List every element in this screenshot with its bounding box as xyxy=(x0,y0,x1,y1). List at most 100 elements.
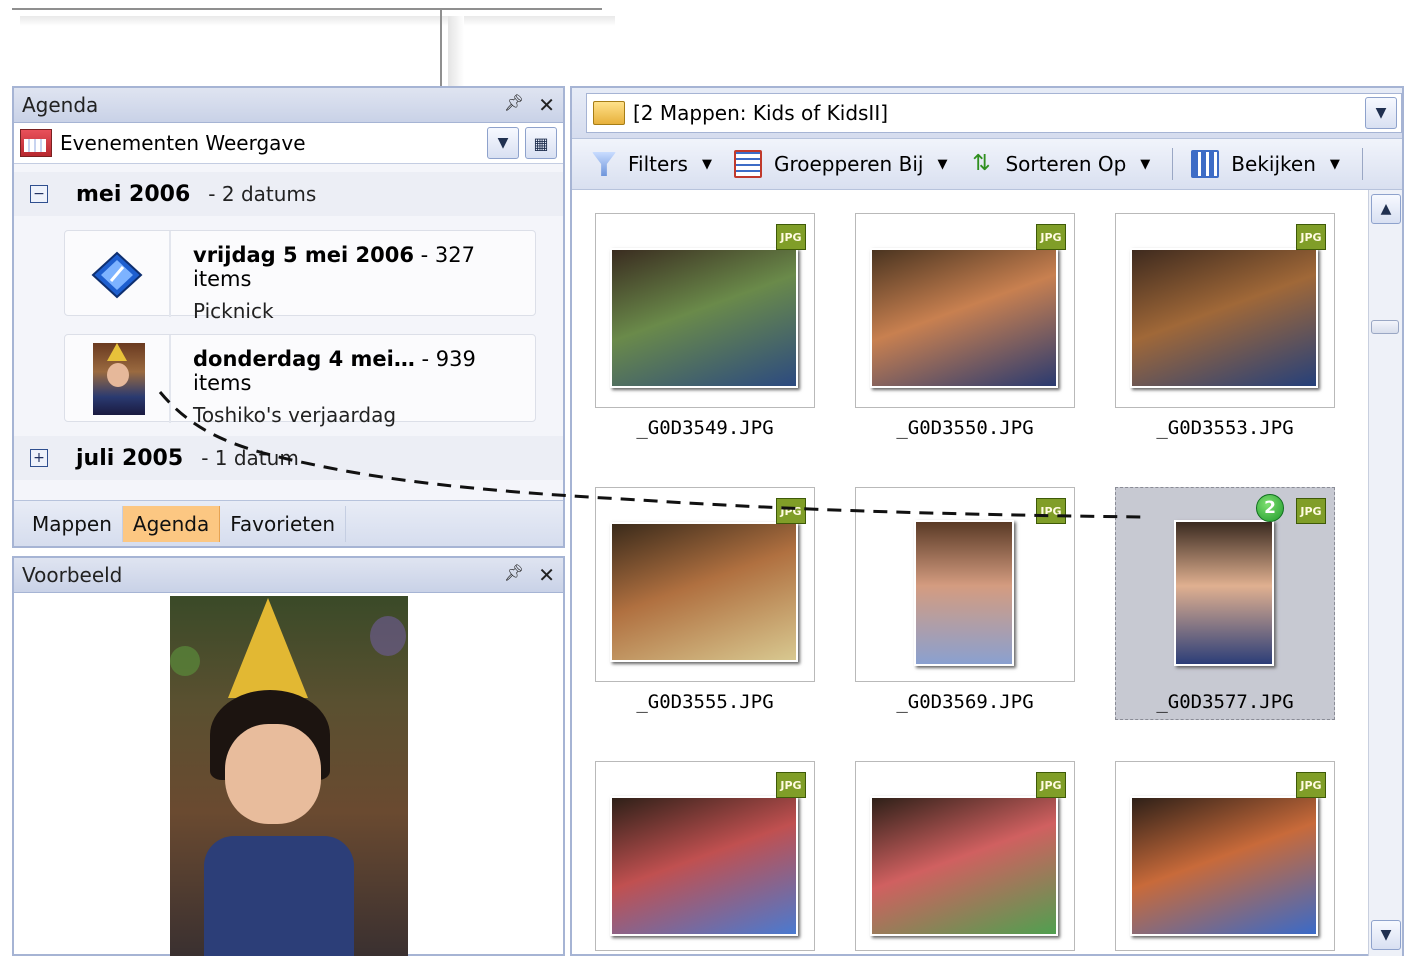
jpg-file-icon: JPG xyxy=(1296,772,1326,798)
pin-icon[interactable]: 📌︎ xyxy=(504,563,524,587)
file-name: _G0D3549.JPG xyxy=(636,417,774,439)
view-label: Bekijken xyxy=(1231,152,1316,176)
photo-thumbnail xyxy=(610,522,798,662)
preview-pane-title: Voorbeeld 📌︎ ✕ xyxy=(14,558,563,593)
callout-shadow xyxy=(20,16,615,26)
calendar-icon xyxy=(20,129,52,157)
jpg-file-icon: JPG xyxy=(776,224,806,250)
scroll-up-icon[interactable]: ▲ xyxy=(1371,194,1401,224)
group-juli-2005[interactable]: + juli 2005 - 1 datum xyxy=(14,436,563,480)
file-name: _G0D3569.JPG xyxy=(896,691,1034,713)
photo-thumbnail xyxy=(914,520,1014,666)
photo-thumbnail xyxy=(610,248,798,388)
agenda-pane-title: Agenda 📌︎ ✕ xyxy=(14,88,563,123)
address-bar: [2 Mappen: Kids of KidsII] ▼ xyxy=(572,88,1402,139)
thumbnail-item[interactable]: JPG 2 xyxy=(1115,487,1335,720)
tab-favorieten[interactable]: Favorieten xyxy=(220,505,347,542)
photo-thumbnail xyxy=(610,796,798,936)
tab-agenda[interactable]: Agenda xyxy=(122,505,221,542)
jpg-file-icon: JPG xyxy=(1036,498,1066,524)
thumbnail-item[interactable]: JPG xyxy=(595,487,815,682)
event-name: Picknick xyxy=(193,299,274,323)
preview-pane: Voorbeeld 📌︎ ✕ xyxy=(12,556,565,956)
group-label: mei 2006 xyxy=(76,181,191,207)
event-date: vrijdag 5 mei 2006 xyxy=(193,243,414,267)
jpg-file-icon: JPG xyxy=(776,498,806,524)
photo-thumbnail xyxy=(1130,796,1318,936)
preview-title: Voorbeeld xyxy=(22,563,123,587)
filter-icon xyxy=(592,152,616,176)
photo-thumbnail xyxy=(870,248,1058,388)
chevron-down-icon[interactable]: ▼ xyxy=(1365,97,1397,129)
jpg-file-icon: JPG xyxy=(1296,498,1326,524)
event-card[interactable]: donderdag 4 mei… - 939 items Toshiko's v… xyxy=(64,334,536,427)
jpg-file-icon: JPG xyxy=(1296,224,1326,250)
scroll-thumb[interactable] xyxy=(1371,320,1399,334)
expand-icon[interactable]: + xyxy=(30,449,48,467)
chevron-down-icon: ▼ xyxy=(1329,156,1340,172)
chevron-down-icon: ▼ xyxy=(701,156,712,172)
jpg-file-icon: JPG xyxy=(1036,772,1066,798)
toolbar-separator xyxy=(1172,148,1174,180)
group-count: - 2 datums xyxy=(208,182,317,206)
thumbnail-item[interactable]: JPG xyxy=(855,761,1075,951)
file-name: _G0D3577.JPG xyxy=(1156,691,1294,713)
event-thumbnail xyxy=(93,343,145,415)
view-button[interactable]: Bekijken ▼ xyxy=(1191,150,1340,178)
filters-label: Filters xyxy=(628,152,688,176)
chevron-down-icon[interactable]: ▼ xyxy=(487,127,519,159)
filters-button[interactable]: Filters ▼ xyxy=(592,152,712,176)
callout-line xyxy=(12,8,602,10)
jpg-file-icon: JPG xyxy=(1036,224,1066,250)
file-name: _G0D3553.JPG xyxy=(1156,417,1294,439)
group-count: - 1 datum xyxy=(201,446,299,470)
group-by-label: Groepperen Bij xyxy=(773,152,924,176)
view-icon xyxy=(1191,150,1220,178)
event-name: Toshiko's verjaardag xyxy=(193,403,397,427)
event-date: donderdag 4 mei… xyxy=(193,347,415,371)
collapse-icon[interactable]: − xyxy=(30,185,48,203)
toolbar-separator xyxy=(1361,148,1363,180)
sort-by-label: Sorteren Op xyxy=(1005,152,1127,176)
tab-mappen[interactable]: Mappen xyxy=(22,505,123,542)
item-count-badge: 2 xyxy=(1256,494,1284,522)
vertical-scrollbar[interactable]: ▲ ▼ xyxy=(1368,190,1402,956)
photo-thumbnail xyxy=(1174,520,1274,666)
sort-by-button[interactable]: ⇅ Sorteren Op ▼ xyxy=(969,151,1151,177)
group-mei-2006[interactable]: − mei 2006 - 2 datums xyxy=(14,172,563,216)
chevron-down-icon: ▼ xyxy=(937,156,948,172)
group-icon xyxy=(733,150,762,178)
thumbnail-item[interactable]: JPG xyxy=(595,213,815,408)
photo-thumbnail xyxy=(1130,248,1318,388)
jpg-file-icon: JPG xyxy=(776,772,806,798)
event-icon xyxy=(91,251,143,299)
event-card[interactable]: vrijdag 5 mei 2006 - 327 items Picknick xyxy=(64,230,536,323)
thumbnail-item[interactable]: JPG xyxy=(595,761,815,951)
agenda-pane: Agenda 📌︎ ✕ Evenementen Weergave ▼ ▦ − m… xyxy=(12,86,565,548)
chevron-down-icon: ▼ xyxy=(1140,156,1151,172)
preview-image xyxy=(170,596,408,956)
pin-icon[interactable]: 📌︎ xyxy=(504,93,524,117)
thumbnail-item[interactable]: JPG xyxy=(1115,761,1335,951)
toolbar: Filters ▼ Groepperen Bij ▼ ⇅ Sorteren Op… xyxy=(572,139,1402,190)
address-field[interactable]: [2 Mappen: Kids of KidsII] ▼ xyxy=(586,93,1402,133)
pane-tabs: Mappen Agenda Favorieten xyxy=(14,500,563,546)
thumbnail-item[interactable]: JPG xyxy=(855,213,1075,408)
thumbnail-item[interactable]: JPG xyxy=(855,487,1075,682)
sort-icon: ⇅ xyxy=(972,151,991,176)
close-icon[interactable]: ✕ xyxy=(538,93,555,117)
group-label: juli 2005 xyxy=(76,445,184,471)
file-name: _G0D3550.JPG xyxy=(896,417,1034,439)
file-name: _G0D3555.JPG xyxy=(636,691,774,713)
address-text: [2 Mappen: Kids of KidsII] xyxy=(633,101,889,125)
thumbnail-item[interactable]: JPG xyxy=(1115,213,1335,408)
calendar-picker-button[interactable]: ▦ xyxy=(525,127,557,159)
close-icon[interactable]: ✕ xyxy=(538,563,555,587)
view-combo-label: Evenementen Weergave xyxy=(60,131,306,155)
agenda-title: Agenda xyxy=(22,93,99,117)
group-by-button[interactable]: Groepperen Bij ▼ xyxy=(733,150,948,178)
photo-thumbnail xyxy=(870,796,1058,936)
view-combo[interactable]: Evenementen Weergave ▼ ▦ xyxy=(14,123,563,164)
folder-icon xyxy=(593,101,625,125)
scroll-down-icon[interactable]: ▼ xyxy=(1371,920,1401,950)
